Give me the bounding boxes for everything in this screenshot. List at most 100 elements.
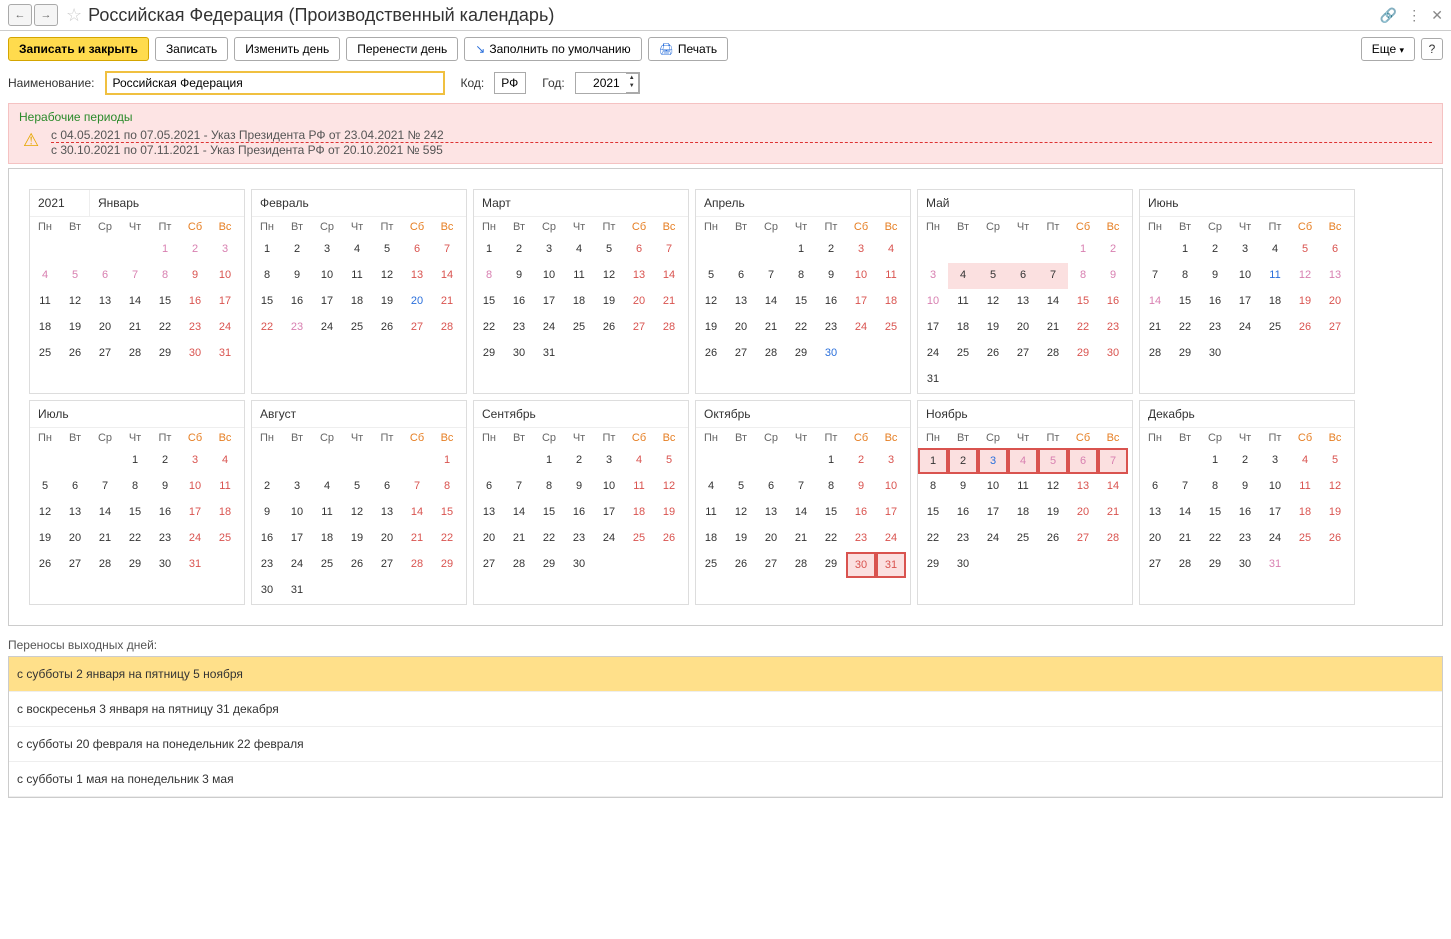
day-cell[interactable]: 17 <box>876 500 906 526</box>
day-cell[interactable]: 9 <box>948 474 978 500</box>
day-cell[interactable]: 8 <box>120 474 150 500</box>
day-cell[interactable]: 31 <box>876 552 906 578</box>
day-cell[interactable]: 5 <box>1320 448 1350 474</box>
day-cell[interactable]: 29 <box>1170 341 1200 367</box>
day-cell[interactable]: 4 <box>312 474 342 500</box>
day-cell[interactable]: 1 <box>150 237 180 263</box>
day-cell[interactable]: 14 <box>1098 474 1128 500</box>
day-cell[interactable]: 9 <box>564 474 594 500</box>
day-cell[interactable]: 10 <box>978 474 1008 500</box>
day-cell[interactable]: 19 <box>654 500 684 526</box>
day-cell[interactable]: 23 <box>1098 315 1128 341</box>
day-cell[interactable]: 16 <box>1098 289 1128 315</box>
day-cell[interactable]: 11 <box>342 263 372 289</box>
day-cell[interactable]: 2 <box>564 448 594 474</box>
day-cell[interactable]: 27 <box>726 341 756 367</box>
day-cell[interactable]: 8 <box>252 263 282 289</box>
day-cell[interactable]: 19 <box>60 315 90 341</box>
day-cell[interactable]: 6 <box>90 263 120 289</box>
day-cell[interactable]: 19 <box>342 526 372 552</box>
day-cell[interactable]: 7 <box>756 263 786 289</box>
day-cell[interactable]: 23 <box>282 315 312 341</box>
day-cell[interactable]: 23 <box>1200 315 1230 341</box>
day-cell[interactable]: 31 <box>918 367 948 393</box>
day-cell[interactable]: 3 <box>1230 237 1260 263</box>
day-cell[interactable]: 22 <box>474 315 504 341</box>
day-cell[interactable]: 20 <box>60 526 90 552</box>
day-cell[interactable]: 15 <box>1200 500 1230 526</box>
day-cell[interactable]: 28 <box>786 552 816 578</box>
day-cell[interactable]: 16 <box>564 500 594 526</box>
day-cell[interactable]: 31 <box>282 578 312 604</box>
day-cell[interactable]: 17 <box>282 526 312 552</box>
day-cell[interactable]: 7 <box>90 474 120 500</box>
day-cell[interactable]: 28 <box>402 552 432 578</box>
day-cell[interactable]: 31 <box>210 341 240 367</box>
day-cell[interactable]: 1 <box>816 448 846 474</box>
day-cell[interactable]: 27 <box>474 552 504 578</box>
day-cell[interactable]: 19 <box>978 315 1008 341</box>
day-cell[interactable]: 5 <box>30 474 60 500</box>
day-cell[interactable]: 25 <box>624 526 654 552</box>
day-cell[interactable]: 25 <box>1260 315 1290 341</box>
day-cell[interactable]: 20 <box>90 315 120 341</box>
day-cell[interactable]: 27 <box>756 552 786 578</box>
day-cell[interactable]: 24 <box>210 315 240 341</box>
day-cell[interactable]: 8 <box>1170 263 1200 289</box>
day-cell[interactable]: 27 <box>372 552 402 578</box>
day-cell[interactable]: 3 <box>978 448 1008 474</box>
day-cell[interactable]: 6 <box>474 474 504 500</box>
day-cell[interactable]: 10 <box>1230 263 1260 289</box>
day-cell[interactable]: 24 <box>846 315 876 341</box>
day-cell[interactable]: 17 <box>312 289 342 315</box>
day-cell[interactable]: 11 <box>1008 474 1038 500</box>
day-cell[interactable]: 14 <box>756 289 786 315</box>
day-cell[interactable]: 5 <box>594 237 624 263</box>
day-cell[interactable]: 17 <box>534 289 564 315</box>
day-cell[interactable]: 22 <box>150 315 180 341</box>
day-cell[interactable]: 25 <box>1290 526 1320 552</box>
day-cell[interactable]: 28 <box>90 552 120 578</box>
fill-default-button[interactable]: ↘Заполнить по умолчанию <box>464 37 641 61</box>
day-cell[interactable]: 28 <box>1098 526 1128 552</box>
day-cell[interactable]: 9 <box>504 263 534 289</box>
day-cell[interactable]: 18 <box>624 500 654 526</box>
day-cell[interactable]: 29 <box>816 552 846 578</box>
day-cell[interactable]: 2 <box>1098 237 1128 263</box>
day-cell[interactable]: 26 <box>978 341 1008 367</box>
day-cell[interactable]: 9 <box>1098 263 1128 289</box>
day-cell[interactable]: 16 <box>1230 500 1260 526</box>
day-cell[interactable]: 14 <box>90 500 120 526</box>
day-cell[interactable]: 20 <box>474 526 504 552</box>
day-cell[interactable]: 13 <box>1068 474 1098 500</box>
day-cell[interactable]: 14 <box>402 500 432 526</box>
day-cell[interactable]: 25 <box>342 315 372 341</box>
day-cell[interactable]: 4 <box>342 237 372 263</box>
save-button[interactable]: Записать <box>155 37 228 61</box>
day-cell[interactable]: 28 <box>1038 341 1068 367</box>
day-cell[interactable]: 31 <box>180 552 210 578</box>
day-cell[interactable]: 13 <box>60 500 90 526</box>
day-cell[interactable]: 26 <box>654 526 684 552</box>
day-cell[interactable]: 24 <box>180 526 210 552</box>
day-cell[interactable]: 8 <box>432 474 462 500</box>
day-cell[interactable]: 6 <box>756 474 786 500</box>
day-cell[interactable]: 23 <box>846 526 876 552</box>
day-cell[interactable]: 7 <box>786 474 816 500</box>
day-cell[interactable]: 17 <box>918 315 948 341</box>
day-cell[interactable]: 26 <box>1320 526 1350 552</box>
day-cell[interactable]: 18 <box>696 526 726 552</box>
day-cell[interactable]: 21 <box>654 289 684 315</box>
day-cell[interactable]: 21 <box>1038 315 1068 341</box>
day-cell[interactable]: 11 <box>210 474 240 500</box>
day-cell[interactable]: 6 <box>1320 237 1350 263</box>
day-cell[interactable]: 16 <box>846 500 876 526</box>
day-cell[interactable]: 20 <box>624 289 654 315</box>
day-cell[interactable]: 15 <box>474 289 504 315</box>
day-cell[interactable]: 2 <box>948 448 978 474</box>
day-cell[interactable]: 18 <box>1260 289 1290 315</box>
day-cell[interactable]: 30 <box>1200 341 1230 367</box>
day-cell[interactable]: 8 <box>918 474 948 500</box>
day-cell[interactable]: 1 <box>1170 237 1200 263</box>
day-cell[interactable]: 1 <box>1200 448 1230 474</box>
